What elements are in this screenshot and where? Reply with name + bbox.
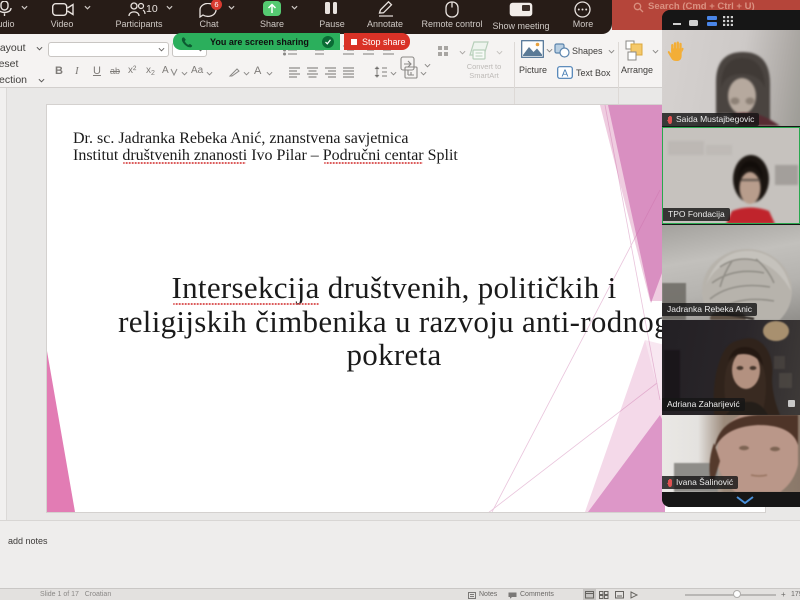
svg-text:A: A	[562, 69, 569, 80]
